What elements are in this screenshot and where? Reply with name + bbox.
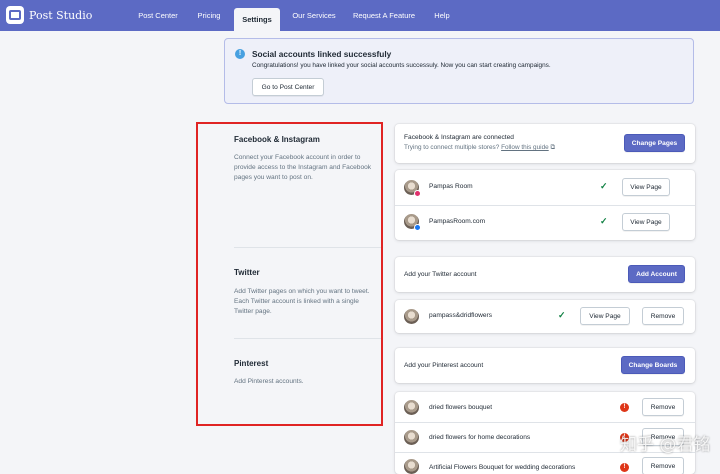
view-page-button[interactable]: View Page (622, 178, 670, 196)
banner-text: Congratulations! you have linked your so… (252, 62, 551, 69)
add-account-button[interactable]: Add Account (628, 265, 685, 283)
instagram-icon (414, 190, 421, 197)
board-name: dried flowers bouquet (429, 404, 493, 411)
nav-settings[interactable]: Settings (234, 8, 280, 31)
change-boards-button[interactable]: Change Boards (621, 356, 685, 374)
nav-help[interactable]: Help (428, 0, 456, 31)
list-item: dried flowers bouquet ! Remove (395, 392, 695, 422)
list-item: PampasRoom.com ✓ View Page (395, 205, 695, 240)
top-navigation-bar: Post Studio Post Center Pricing Settings… (0, 0, 720, 31)
facebook-accounts-card: Pampas Room ✓ View Page PampasRoom.com ✓… (395, 170, 695, 240)
view-page-button[interactable]: View Page (622, 213, 670, 231)
facebook-status-text: Facebook & Instagram are connected (404, 134, 514, 141)
brand-name[interactable]: Post Studio (29, 9, 92, 22)
remove-button[interactable]: Remove (642, 457, 684, 474)
check-icon: ✓ (600, 181, 608, 191)
nav-pricing[interactable]: Pricing (190, 0, 228, 31)
external-link-icon: ⧉ (550, 144, 556, 151)
twitter-status-text: Add your Twitter account (404, 271, 477, 278)
post-studio-logo-icon[interactable] (6, 6, 24, 24)
view-page-button[interactable]: View Page (580, 307, 630, 325)
highlight-annotation-box (196, 122, 383, 426)
check-icon: ✓ (600, 216, 608, 226)
remove-button[interactable]: Remove (642, 398, 684, 416)
list-item: Pampas Room ✓ View Page (395, 170, 695, 205)
follow-guide-link[interactable]: Follow this guide (501, 144, 549, 151)
go-to-post-center-button[interactable]: Go to Post Center (252, 78, 324, 96)
success-banner: ! Social accounts linked successfuly Con… (224, 38, 694, 104)
warning-icon: ! (620, 403, 629, 412)
avatar (404, 309, 419, 324)
pinterest-status-card: Add your Pinterest account Change Boards (395, 348, 695, 383)
pinterest-status-text: Add your Pinterest account (404, 362, 484, 369)
nav-post-center[interactable]: Post Center (130, 0, 186, 31)
avatar (404, 430, 419, 445)
board-name: dried flowers for home decorations (429, 434, 531, 441)
info-icon: ! (235, 49, 245, 59)
facebook-help-text: Trying to connect multiple stores? Follo… (404, 144, 555, 152)
nav-request-feature[interactable]: Request A Feature (348, 0, 420, 31)
nav-our-services[interactable]: Our Services (288, 0, 340, 31)
account-name: PampasRoom.com (429, 218, 486, 225)
avatar (404, 400, 419, 415)
account-name: pampass&dridflowers (429, 312, 493, 319)
remove-button[interactable]: Remove (642, 307, 684, 325)
watermark-text: 知乎 @君铭 (620, 435, 711, 455)
twitter-status-card: Add your Twitter account Add Account (395, 257, 695, 292)
facebook-icon (414, 224, 421, 231)
list-item: Artificial Flowers Bouquet for wedding d… (395, 452, 695, 474)
banner-title: Social accounts linked successfuly (252, 49, 392, 59)
facebook-status-card: Facebook & Instagram are connected Tryin… (395, 124, 695, 163)
board-name: Artificial Flowers Bouquet for wedding d… (429, 464, 576, 471)
account-name: Pampas Room (429, 183, 473, 190)
check-icon: ✓ (558, 310, 566, 320)
twitter-accounts-card: pampass&dridflowers ✓ View Page Remove (395, 300, 695, 333)
warning-icon: ! (620, 463, 629, 472)
avatar (404, 459, 419, 474)
change-pages-button[interactable]: Change Pages (624, 134, 685, 152)
help-prefix: Trying to connect multiple stores? (404, 144, 500, 151)
